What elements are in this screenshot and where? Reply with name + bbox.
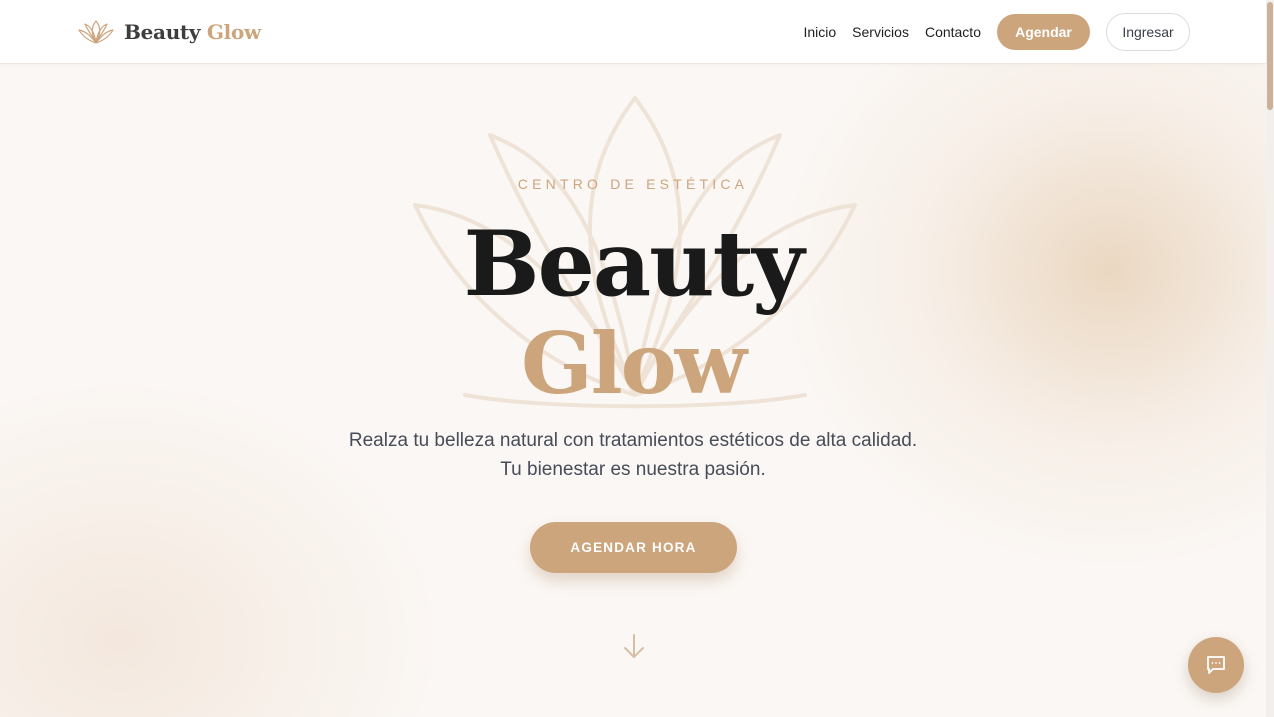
brand-name-part2: Glow: [206, 20, 261, 44]
hero-subtitle-line1: Realza tu belleza natural con tratamient…: [348, 430, 918, 451]
brand-name-part1: Beauty: [124, 20, 201, 44]
top-navbar: Beauty Glow Inicio Servicios Contacto Ag…: [0, 0, 1266, 64]
page-scrollbar[interactable]: [1266, 0, 1274, 717]
hero-eyebrow: CENTRO DE ESTÉTICA: [517, 176, 749, 192]
chat-bubble-icon: [1207, 656, 1225, 674]
nav-link-servicios[interactable]: Servicios: [852, 24, 909, 40]
lotus-icon: [78, 20, 114, 44]
main-nav: Inicio Servicios Contacto Agendar Ingres…: [803, 13, 1190, 51]
chat-widget-button[interactable]: [1188, 637, 1244, 693]
hero-title-line2: Glow: [521, 314, 747, 413]
hero-subtitle-line2: Tu bienestar es nuestra pasión.: [500, 459, 766, 480]
agendar-button[interactable]: Agendar: [997, 14, 1090, 50]
agendar-hora-button[interactable]: AGENDAR HORA: [530, 522, 737, 573]
brand-logo[interactable]: Beauty Glow: [78, 16, 261, 48]
brand-name: Beauty Glow: [124, 20, 261, 44]
page: Beauty Glow Inicio Servicios Contacto Ag…: [0, 0, 1266, 717]
nav-link-contacto[interactable]: Contacto: [925, 24, 981, 40]
hero-title-line1: Beauty: [463, 211, 805, 317]
nav-link-inicio[interactable]: Inicio: [803, 24, 836, 40]
ingresar-button[interactable]: Ingresar: [1106, 13, 1190, 51]
hero-subtitle: Realza tu belleza natural con tratamient…: [0, 426, 1266, 484]
scrollbar-thumb[interactable]: [1267, 2, 1273, 110]
arrow-down-icon[interactable]: [622, 632, 646, 660]
